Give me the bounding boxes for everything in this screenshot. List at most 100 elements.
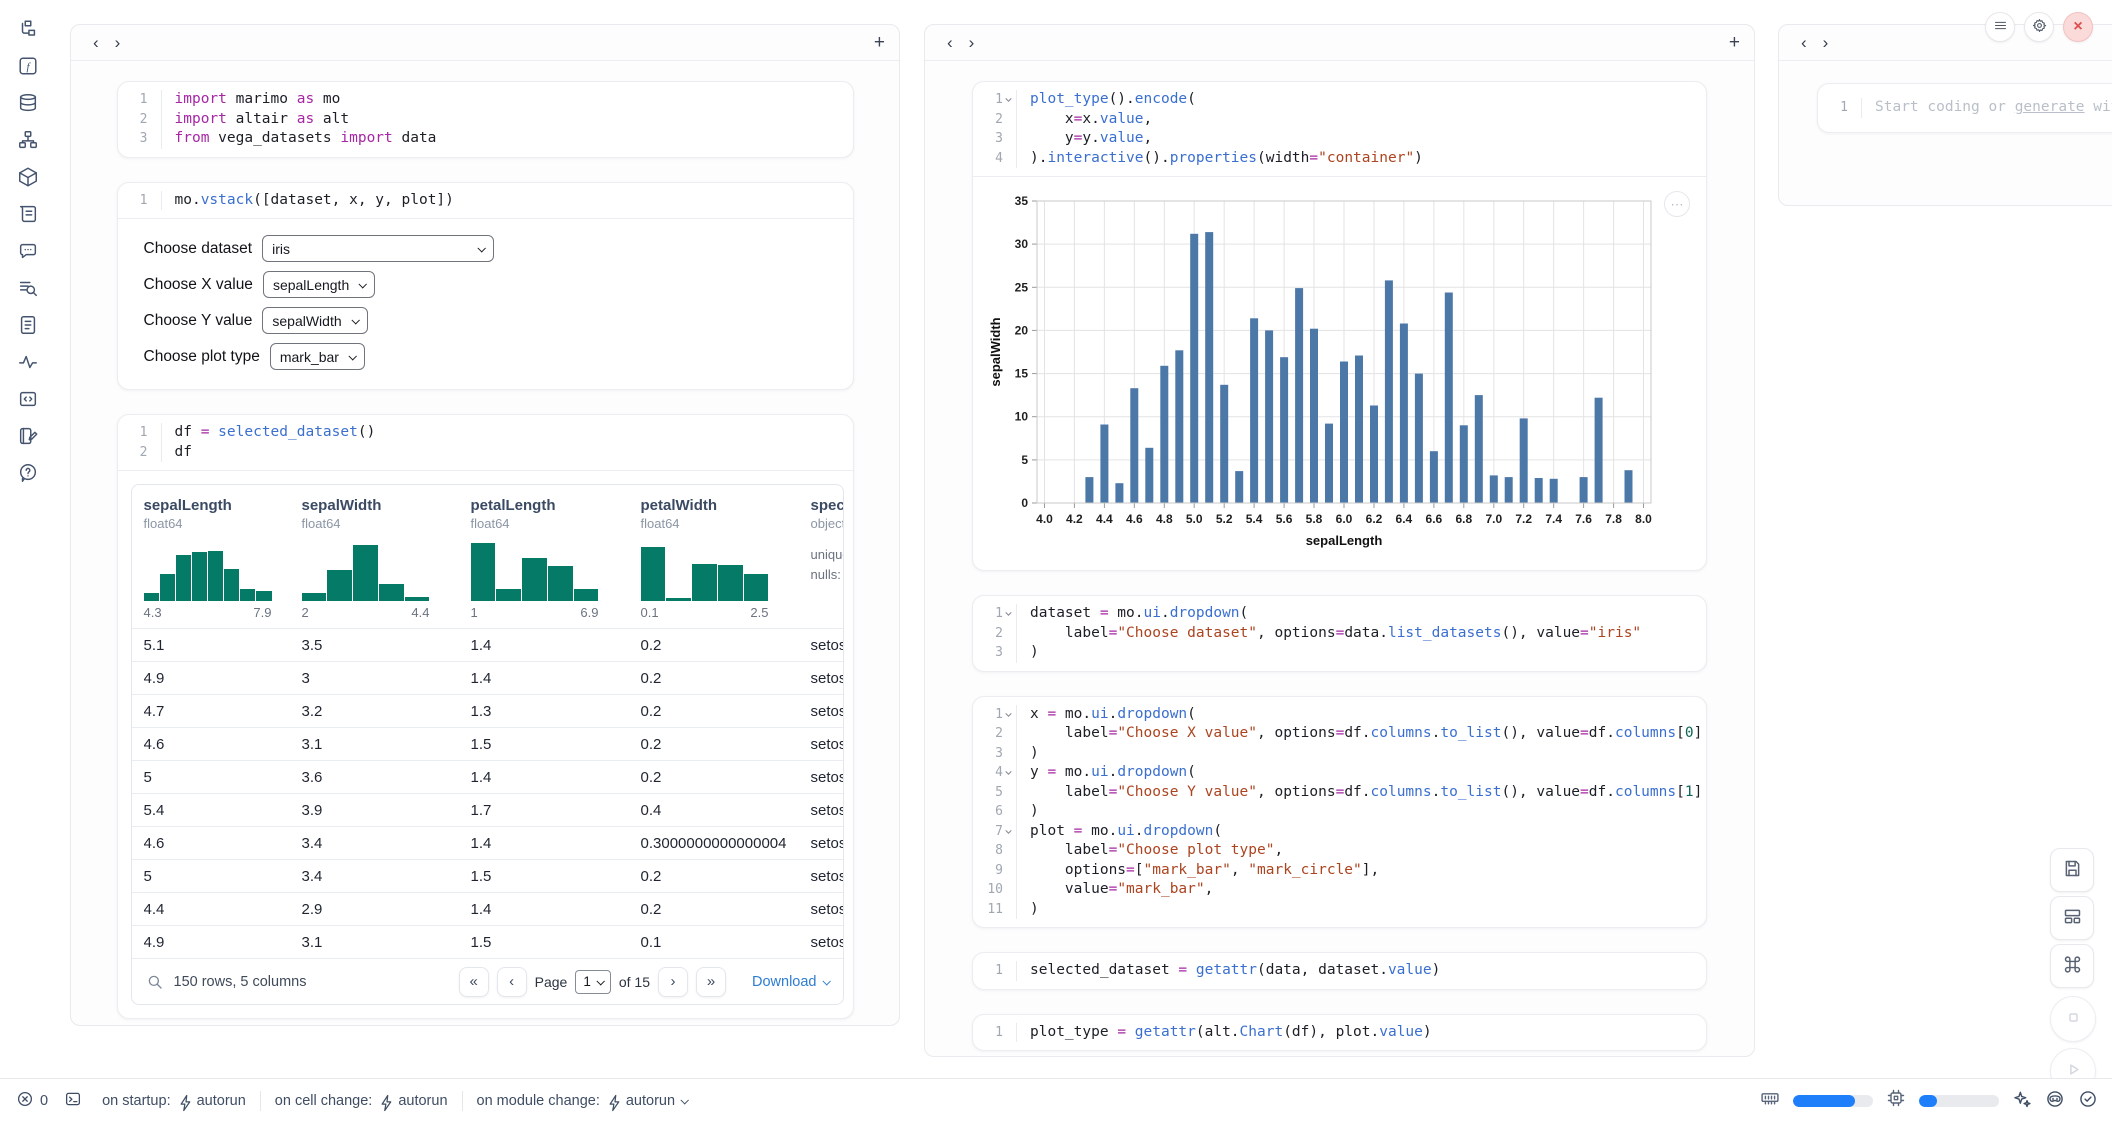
table-column-header[interactable]: sepalWidth float64 24.4 [302,497,471,628]
packages-button[interactable] [11,160,45,197]
fold-chevron-icon[interactable] [1003,94,1014,105]
code-line: 1selected_dataset = getattr(data, datase… [973,961,1706,981]
datasources-button[interactable] [11,86,45,123]
settings-button[interactable] [2024,12,2054,42]
add-cell-button[interactable]: + [1729,33,1740,52]
file-tree-button[interactable] [11,12,45,49]
svg-text:5.8: 5.8 [1306,512,1323,526]
table-cell: 5 [144,769,302,786]
save-button[interactable] [2050,848,2094,892]
table-cell: 4.6 [144,736,302,753]
svg-text:5: 5 [1021,453,1028,467]
logs-icon [17,277,39,302]
page-select[interactable]: 1 [575,970,611,994]
chart-actions-button[interactable]: ⋯ [1664,191,1690,217]
fold-chevron-icon[interactable] [1003,608,1014,619]
line-number: 2 [995,624,1003,644]
dropdown-select[interactable]: iris [262,235,494,262]
layout-button[interactable] [2050,896,2094,940]
line-number: 2 [140,443,148,463]
code-line: 2df [118,443,853,463]
page-label: Page [535,974,568,990]
table-row: 4.63.11.50.2setosa [132,727,843,760]
keyboard-shortcuts-button[interactable] [2050,944,2094,988]
scratchpad-button[interactable] [11,197,45,234]
generate-link[interactable]: generate [2015,99,2085,115]
code-line: 3) [973,643,1706,663]
svg-text:6.4: 6.4 [1396,512,1413,526]
column-next-button[interactable]: › [107,34,129,51]
stop-button[interactable] [2050,996,2096,1042]
close-button[interactable]: × [2063,12,2093,42]
next-page-button[interactable]: › [658,967,688,997]
logs-button[interactable] [11,271,45,308]
svg-text:10: 10 [1015,410,1029,424]
table-column-header[interactable]: petalLength float64 16.9 [471,497,641,628]
table-search-button[interactable] [146,973,164,991]
connection-status-button[interactable] [2078,1089,2098,1113]
snippets-button[interactable] [11,382,45,419]
dropdown-value: mark_bar [280,349,339,365]
functions-button[interactable]: f [11,49,45,86]
table-column-header[interactable]: sepalLength float64 4.37.9 [144,497,302,628]
dropdown-select[interactable]: sepalLength [263,271,375,298]
column-prev-button[interactable]: ‹ [939,34,961,51]
runtime-config-item[interactable]: on cell change: autorun [275,1093,448,1109]
prev-page-button[interactable]: ‹ [497,967,527,997]
documentation-icon [17,314,39,339]
code-editor[interactable]: 1selected_dataset = getattr(data, datase… [973,953,1706,989]
table-cell: setosa [811,736,843,753]
code-editor[interactable]: 1mo.vstack([dataset, x, y, plot]) [118,183,853,219]
altair-chart[interactable]: 4.04.24.44.64.85.05.25.45.65.86.06.26.46… [987,187,1706,564]
copilot-button[interactable] [2045,1089,2065,1113]
table-cell: 3.5 [302,637,471,654]
first-page-button[interactable]: « [459,967,489,997]
dropdown-select[interactable]: sepalWidth [262,307,367,334]
column-next-button[interactable]: › [961,34,983,51]
table-footer: 150 rows, 5 columns « ‹ Page 1 of 15 › »… [132,958,843,1004]
code-editor[interactable]: 1dataset = mo.ui.dropdown(2 label="Choos… [973,596,1706,671]
table-column-header[interactable]: species object unique:nulls: [811,497,844,628]
add-cell-button[interactable]: + [874,33,885,52]
help-button[interactable] [11,456,45,493]
column-prev-button[interactable]: ‹ [1793,34,1815,51]
dropdown-select[interactable]: mark_bar [270,343,365,370]
table-row: 4.931.40.2setosa [132,661,843,694]
code-line: 6) [973,802,1706,822]
menu-button[interactable] [1985,12,2015,42]
column-prev-button[interactable]: ‹ [85,34,107,51]
runtime-config-item[interactable]: on startup: autorun [102,1093,246,1109]
notebook-button[interactable] [11,419,45,456]
last-page-button[interactable]: » [696,967,726,997]
download-button[interactable]: Download [752,974,829,990]
svg-text:7.0: 7.0 [1485,512,1502,526]
table-cell: setosa [811,901,843,918]
fold-chevron-icon[interactable] [1003,767,1014,778]
code-editor[interactable]: 1 Start coding or generate with [1818,84,2112,132]
tracing-button[interactable] [11,345,45,382]
fold-chevron-icon[interactable] [1003,709,1014,720]
line-number: 1 [140,90,148,110]
line-number: 1 [995,90,1003,110]
runtime-config-item[interactable]: on module change: autorun [477,1093,688,1109]
column-2-header: ‹ › + [925,25,1754,61]
table-column-header[interactable]: petalWidth float64 0.12.5 [641,497,811,628]
dependency-graph-button[interactable] [11,123,45,160]
terminal-button[interactable] [64,1090,82,1112]
chat-button[interactable] [11,234,45,271]
svg-text:6.2: 6.2 [1366,512,1383,526]
ai-assistant-button[interactable] [2012,1089,2032,1113]
code-editor[interactable]: 1plot_type = getattr(alt.Chart(df), plot… [973,1015,1706,1051]
code-editor[interactable]: 1plot_type().encode(2 x=x.value,3 y=y.va… [973,82,1706,176]
circle-x-icon [16,1090,34,1112]
fold-chevron-icon[interactable] [1003,826,1014,837]
code-editor[interactable]: 1df = selected_dataset()2df [118,415,853,470]
documentation-button[interactable] [11,308,45,345]
chevron-down-icon [478,244,486,252]
hist-min-label: 2 [302,605,309,620]
error-count-button[interactable]: 0 [16,1090,48,1112]
code-editor[interactable]: 1x = mo.ui.dropdown(2 label="Choose X va… [973,697,1706,928]
column-next-button[interactable]: › [1815,34,1837,51]
code-editor[interactable]: 1import marimo as mo2import altair as al… [118,82,853,157]
svg-text:f: f [26,61,31,73]
